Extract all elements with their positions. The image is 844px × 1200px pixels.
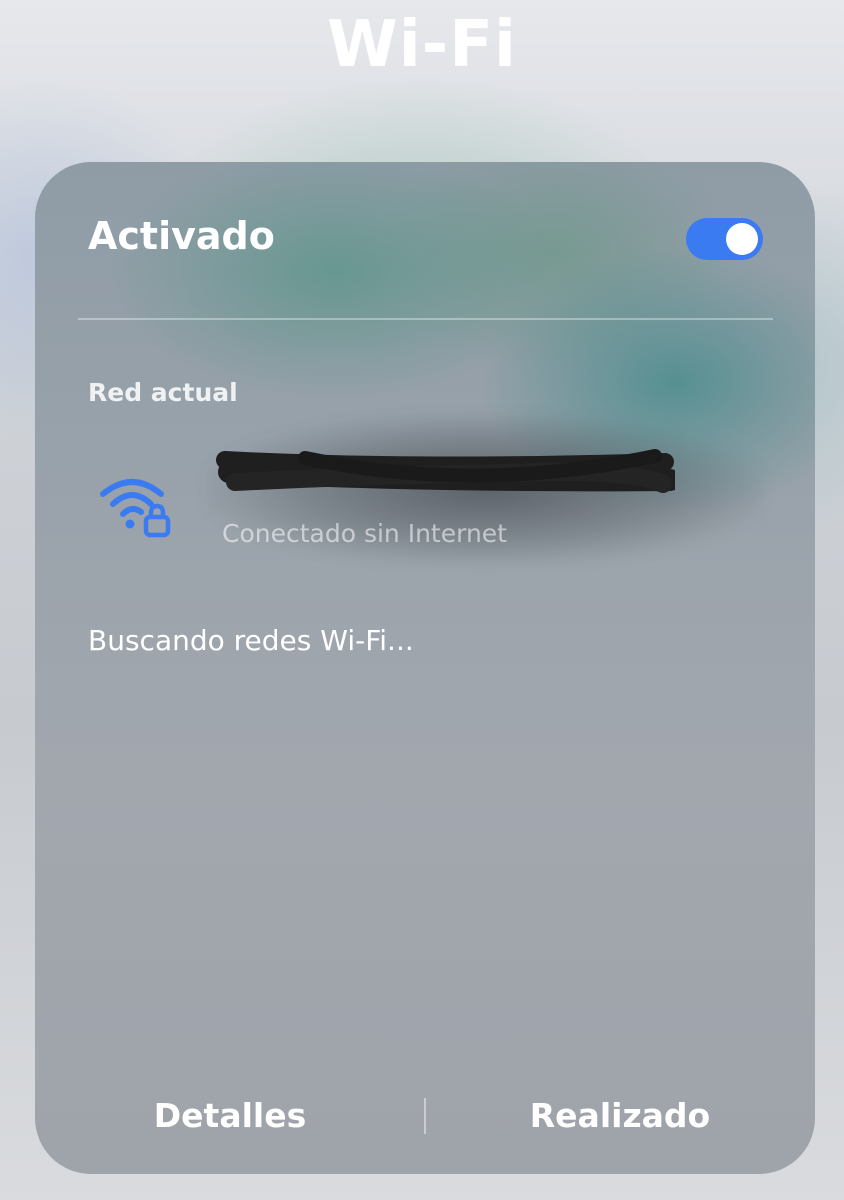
wifi-toggle-label: Activado (88, 214, 275, 258)
redaction-scribble (216, 449, 675, 493)
done-button[interactable]: Realizado (425, 1072, 815, 1160)
wifi-toggle[interactable] (686, 218, 763, 260)
panel-footer: Detalles Realizado (35, 1072, 815, 1160)
toggle-knob (726, 223, 758, 255)
wifi-panel: Activado Red actual F Conectado sin Inte… (35, 162, 815, 1174)
current-network-item[interactable]: F Conectado sin Internet (75, 414, 775, 564)
current-network-heading: Red actual (88, 378, 238, 407)
scanning-status: Buscando redes Wi-Fi... (88, 624, 414, 657)
wifi-lock-icon (100, 479, 171, 538)
network-status: Conectado sin Internet (222, 519, 507, 548)
divider (78, 318, 773, 320)
page-title: Wi-Fi (327, 8, 517, 82)
details-button[interactable]: Detalles (35, 1072, 425, 1160)
